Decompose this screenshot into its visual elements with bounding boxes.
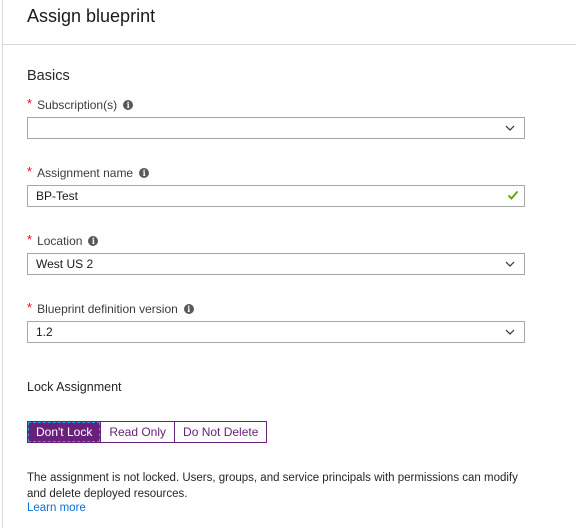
blueprint-version-value: 1.2 [36, 325, 53, 339]
read-only-button[interactable]: Read Only [100, 422, 175, 442]
info-icon[interactable]: i [183, 303, 194, 314]
assignment-name-label: * Assignment name i [27, 164, 150, 180]
info-icon[interactable]: i [123, 99, 134, 110]
chevron-down-icon [505, 261, 515, 267]
page-title: Assign blueprint [27, 6, 156, 26]
assignment-name-value: BP-Test [36, 189, 79, 203]
info-icon[interactable]: i [139, 167, 150, 178]
location-dropdown[interactable]: West US 2 [27, 253, 525, 275]
required-asterisk: * [27, 300, 33, 315]
info-icon[interactable]: i [88, 235, 99, 246]
blueprint-version-label: * Blueprint definition version i [27, 300, 194, 316]
location-label: * Location i [27, 232, 99, 248]
do-not-delete-button[interactable]: Do Not Delete [174, 422, 267, 442]
assignment-name-label-text: Assignment name [37, 165, 134, 180]
learn-more-link[interactable]: Learn more [27, 502, 86, 514]
blade-header: Assign blueprint [3, 0, 576, 45]
required-asterisk: * [27, 164, 33, 179]
assignment-name-input[interactable]: BP-Test [27, 185, 525, 207]
subscription-label-text: Subscription(s) [37, 97, 118, 112]
location-value: West US 2 [36, 257, 94, 271]
lock-assignment-toggle: Don't Lock Read Only Do Not Delete [27, 421, 268, 443]
blade-left-border [2, 0, 3, 528]
lock-description: The assignment is not locked. Users, gro… [27, 472, 518, 500]
location-label-text: Location [37, 233, 83, 248]
section-title-basics: Basics [27, 68, 70, 84]
lock-assignment-label: Lock Assignment [27, 380, 122, 394]
chevron-down-icon [505, 329, 515, 335]
required-asterisk: * [27, 96, 33, 111]
subscription-dropdown[interactable] [27, 117, 525, 139]
required-asterisk: * [27, 232, 33, 247]
blueprint-version-dropdown[interactable]: 1.2 [27, 321, 525, 343]
checkmark-icon [507, 190, 519, 200]
dont-lock-button[interactable]: Don't Lock [28, 422, 101, 442]
subscription-label: * Subscription(s) i [27, 96, 134, 112]
chevron-down-icon [505, 125, 515, 131]
blueprint-version-label-text: Blueprint definition version [37, 301, 178, 316]
